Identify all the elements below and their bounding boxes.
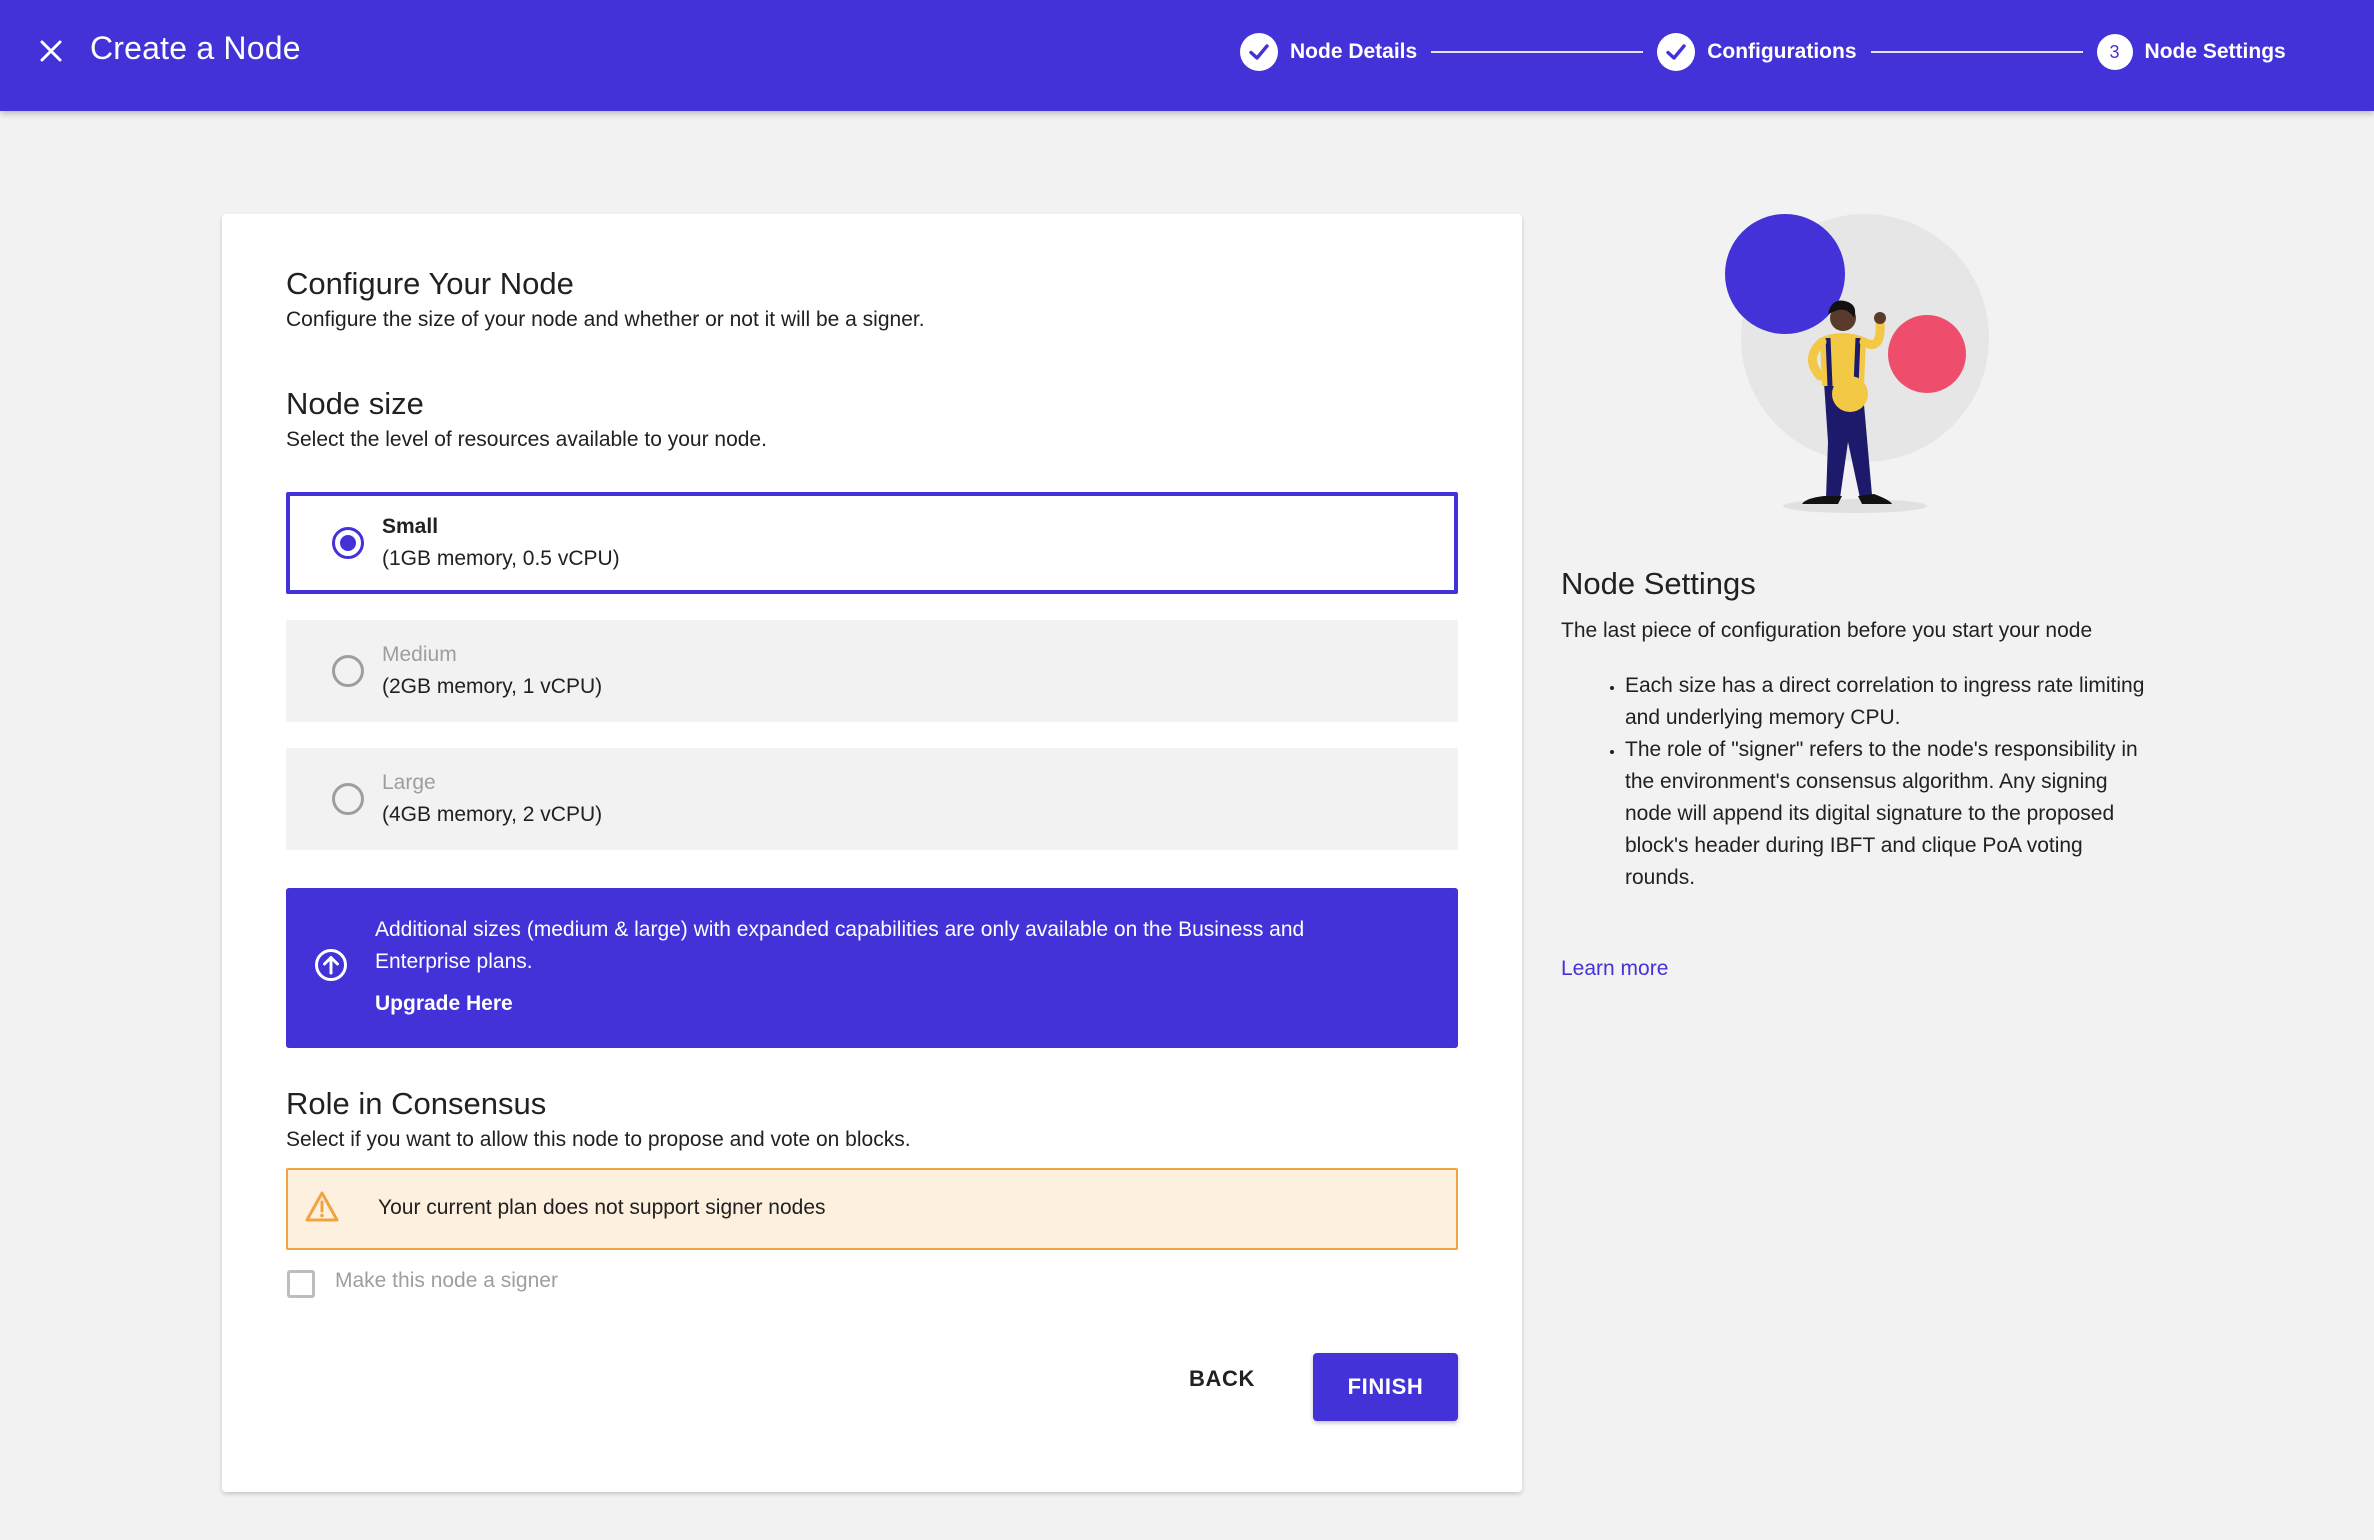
option-description: (1GB memory, 0.5 vCPU) [382, 547, 620, 570]
stepper: Node Details Configurations 3 Node Setti… [1240, 31, 2286, 73]
learn-more-link[interactable]: Learn more [1561, 957, 1668, 981]
step-node-settings[interactable]: 3 Node Settings [2096, 34, 2286, 70]
app-header: Create a Node Node Details Configuration… [0, 0, 2374, 111]
option-name: Large [382, 771, 436, 794]
radio-icon[interactable] [332, 655, 364, 687]
section-subtitle: Configure the size of your node and whet… [286, 308, 925, 331]
consensus-subtitle: Select if you want to allow this node to… [286, 1128, 911, 1151]
section-title: Configure Your Node [286, 266, 574, 301]
size-option-medium[interactable]: Medium (2GB memory, 1 vCPU) [286, 620, 1458, 722]
finish-button[interactable]: FINISH [1313, 1353, 1458, 1421]
info-title: Node Settings [1561, 566, 1756, 601]
step-node-details[interactable]: Node Details [1240, 33, 1417, 71]
signer-checkbox-label: Make this node a signer [335, 1269, 558, 1292]
step-label: Configurations [1707, 40, 1857, 63]
node-size-title: Node size [286, 386, 424, 421]
upgrade-text: Additional sizes (medium & large) with e… [375, 918, 1305, 973]
radio-icon[interactable] [332, 783, 364, 815]
signer-checkbox[interactable] [287, 1270, 315, 1298]
check-circle-icon [1657, 33, 1696, 71]
option-description: (2GB memory, 1 vCPU) [382, 675, 603, 698]
arrow-up-circle-icon [315, 949, 347, 981]
step-connector [1870, 51, 2083, 53]
step-number: 3 [2096, 34, 2133, 70]
step-configurations[interactable]: Configurations [1657, 33, 1857, 71]
radio-selected-icon[interactable] [332, 527, 364, 559]
check-circle-icon [1240, 33, 1278, 71]
option-name: Medium [382, 643, 457, 666]
close-icon [40, 40, 62, 62]
step-label: Node Details [1290, 40, 1418, 63]
info-bullet-list: Each size has a direct correlation to in… [1625, 670, 2155, 894]
upgrade-banner: Additional sizes (medium & large) with e… [286, 888, 1458, 1048]
info-subtitle: The last piece of configuration before y… [1561, 619, 2093, 642]
warning-banner: Your current plan does not support signe… [286, 1168, 1458, 1250]
step-connector [1431, 51, 1644, 53]
warning-text: Your current plan does not support signe… [378, 1196, 826, 1219]
illustration-person-icon [1725, 214, 1989, 513]
size-option-small[interactable]: Small (1GB memory, 0.5 vCPU) [286, 492, 1458, 594]
page-title: Create a Node [90, 30, 301, 66]
back-button[interactable]: BACK [1162, 1354, 1282, 1404]
configure-card: Configure Your Node Configure the size o… [222, 214, 1522, 1492]
warning-icon [305, 1191, 339, 1222]
list-item: Each size has a direct correlation to in… [1625, 670, 2155, 734]
consensus-title: Role in Consensus [286, 1086, 547, 1121]
step-label: Node Settings [2144, 40, 2286, 63]
list-item: The role of "signer" refers to the node'… [1625, 734, 2155, 894]
size-option-large[interactable]: Large (4GB memory, 2 vCPU) [286, 748, 1458, 850]
upgrade-link[interactable]: Upgrade Here [375, 992, 513, 1016]
option-name: Small [382, 515, 439, 538]
option-description: (4GB memory, 2 vCPU) [382, 803, 603, 826]
close-button[interactable] [34, 34, 68, 68]
node-size-subtitle: Select the level of resources available … [286, 428, 767, 451]
